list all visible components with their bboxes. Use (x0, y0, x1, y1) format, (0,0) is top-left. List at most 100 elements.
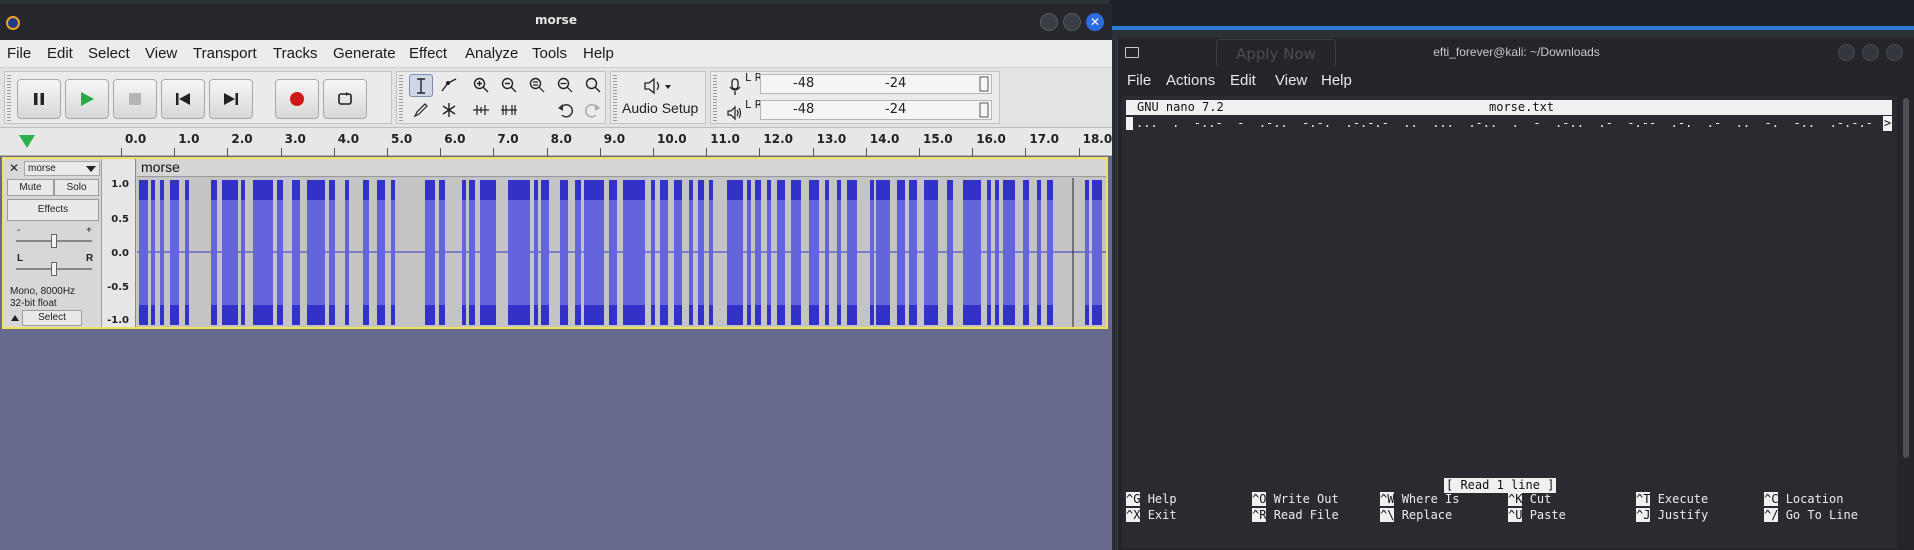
effects-button[interactable]: Effects (7, 199, 99, 221)
ruler-tick-line (174, 148, 176, 156)
shortcut-cut[interactable]: ^K Cut (1508, 492, 1551, 507)
shortcut-paste[interactable]: ^U Paste (1508, 508, 1566, 523)
waveform-rms (160, 200, 164, 305)
ruler-tick-label: 14.0 (869, 132, 900, 146)
zoom-in-button[interactable] (469, 74, 493, 97)
shortcut-key: ^O (1252, 492, 1267, 506)
waveform-rms (651, 200, 655, 305)
speaker-icon[interactable] (727, 105, 743, 121)
terminal-scrollbar[interactable] (1900, 96, 1912, 550)
speaker-dropdown-icon[interactable] (643, 76, 673, 96)
shortcut-write-out[interactable]: ^O Write Out (1252, 492, 1339, 507)
fit-project-button[interactable] (553, 74, 577, 97)
ruler-tick-line (493, 148, 495, 156)
skip-to-start-button[interactable] (161, 79, 205, 119)
ruler-tick-line (1025, 148, 1027, 156)
maximize-button[interactable] (1063, 13, 1081, 31)
shortcut-help[interactable]: ^G Help (1126, 492, 1177, 507)
shortcut-go-to-line[interactable]: ^/ Go To Line (1764, 508, 1858, 523)
menu-generate[interactable]: Generate (333, 45, 396, 62)
microphone-icon[interactable] (728, 78, 742, 96)
terminal-titlebar[interactable]: Apply Now efti_forever@kali: ~/Downloads (1118, 38, 1914, 69)
timeline-ruler[interactable]: 0.0 1.0 2.0 3.0 4.0 5.0 6.0 7.0 8.0 9.0 10.0 11.0 12… (0, 128, 1112, 156)
empty-track-area[interactable] (0, 333, 1112, 550)
stop-button[interactable] (113, 79, 157, 119)
toolbar-grip[interactable] (399, 75, 403, 121)
trim-outside-button[interactable] (469, 99, 493, 122)
ruler-tick-line (1078, 148, 1080, 156)
record-meter-mark-2: -24 (885, 76, 907, 91)
close-button[interactable] (1886, 44, 1903, 61)
redo-button[interactable] (581, 99, 605, 122)
collapse-track-icon[interactable] (10, 314, 20, 322)
pause-button[interactable] (17, 79, 61, 119)
silence-selection-button[interactable] (497, 99, 521, 122)
shortcut-justify[interactable]: ^J Justify (1636, 508, 1708, 523)
toolbar-grip[interactable] (7, 75, 11, 121)
draw-tool[interactable] (409, 99, 433, 122)
clip-title-bar[interactable]: morse (137, 159, 1106, 177)
shortcut-read-file[interactable]: ^R Read File (1252, 508, 1339, 523)
menu-tracks[interactable]: Tracks (273, 45, 317, 62)
zoom-toggle-button[interactable] (581, 74, 605, 97)
pan-slider[interactable] (51, 262, 57, 276)
track-close-icon[interactable]: ✕ (7, 161, 21, 175)
menu-effect[interactable]: Effect (409, 45, 447, 62)
editor-text-line[interactable]: ... . -..- - .-.. -.-. .-.-.- .. ... .-.… (1126, 116, 1892, 131)
menu-help[interactable]: Help (1321, 72, 1352, 89)
menu-file[interactable]: File (7, 45, 31, 62)
fit-selection-button[interactable] (525, 74, 549, 97)
menu-view[interactable]: View (145, 45, 177, 62)
toolbar-grip[interactable] (613, 75, 617, 121)
audio-clip[interactable]: morse (137, 159, 1106, 327)
undo-button[interactable] (553, 99, 577, 122)
close-button[interactable]: ✕ (1086, 13, 1104, 31)
audio-track[interactable]: ✕ morse Mute Solo Effects - + L R Mono, … (2, 157, 1108, 329)
zoom-out-button[interactable] (497, 74, 521, 97)
track-name-menu[interactable]: morse (24, 161, 100, 176)
play-button[interactable] (65, 79, 109, 119)
shortcut-replace[interactable]: ^\ Replace (1380, 508, 1452, 523)
menu-tools[interactable]: Tools (532, 45, 567, 62)
select-track-button[interactable]: Select (22, 310, 82, 326)
ruler-tick-line (812, 148, 814, 156)
menu-transport[interactable]: Transport (193, 45, 257, 62)
shortcut-execute[interactable]: ^T Execute (1636, 492, 1708, 507)
menu-file[interactable]: File (1127, 72, 1151, 89)
mute-button[interactable]: Mute (7, 179, 54, 196)
menu-edit[interactable]: Edit (1230, 72, 1256, 89)
record-meter[interactable]: -48 -24 (760, 74, 992, 94)
shortcut-location[interactable]: ^C Location (1764, 492, 1843, 507)
loop-button[interactable] (323, 79, 367, 119)
solo-button[interactable]: Solo (54, 179, 99, 196)
minimize-button[interactable] (1040, 13, 1058, 31)
scrollbar-thumb[interactable] (1903, 98, 1909, 458)
menu-actions[interactable]: Actions (1166, 72, 1215, 89)
terminal-content[interactable]: GNU nano 7.2 morse.txt ... . -..- - .-..… (1122, 96, 1897, 548)
shortcut-key: ^C (1764, 492, 1779, 506)
menu-select[interactable]: Select (88, 45, 130, 62)
selection-tool[interactable] (409, 74, 433, 97)
menu-analyze[interactable]: Analyze (465, 45, 518, 62)
play-head-icon[interactable] (19, 135, 35, 148)
menu-edit[interactable]: Edit (47, 45, 73, 62)
shortcut-where-is[interactable]: ^W Where Is (1380, 492, 1459, 507)
shortcut-exit[interactable]: ^X Exit (1126, 508, 1177, 523)
audio-setup-button[interactable]: Audio Setup (622, 100, 698, 116)
menu-view[interactable]: View (1275, 72, 1307, 89)
maximize-button[interactable] (1862, 44, 1879, 61)
playback-meter[interactable]: -48 -24 (760, 100, 992, 120)
record-volume-thumb[interactable] (979, 76, 989, 92)
toolbar-grip[interactable] (713, 75, 717, 121)
envelope-tool[interactable] (437, 74, 461, 97)
ruler-tick-label: 12.0 (763, 132, 793, 146)
menu-help[interactable]: Help (583, 45, 614, 62)
skip-to-end-button[interactable] (209, 79, 253, 119)
waveform[interactable] (137, 178, 1106, 327)
minimize-button[interactable] (1838, 44, 1855, 61)
gain-slider[interactable] (51, 234, 57, 248)
audacity-titlebar[interactable]: morse ✕ (0, 4, 1112, 40)
play-volume-thumb[interactable] (979, 102, 989, 118)
multi-tool[interactable] (437, 99, 461, 122)
record-button[interactable] (275, 79, 319, 119)
